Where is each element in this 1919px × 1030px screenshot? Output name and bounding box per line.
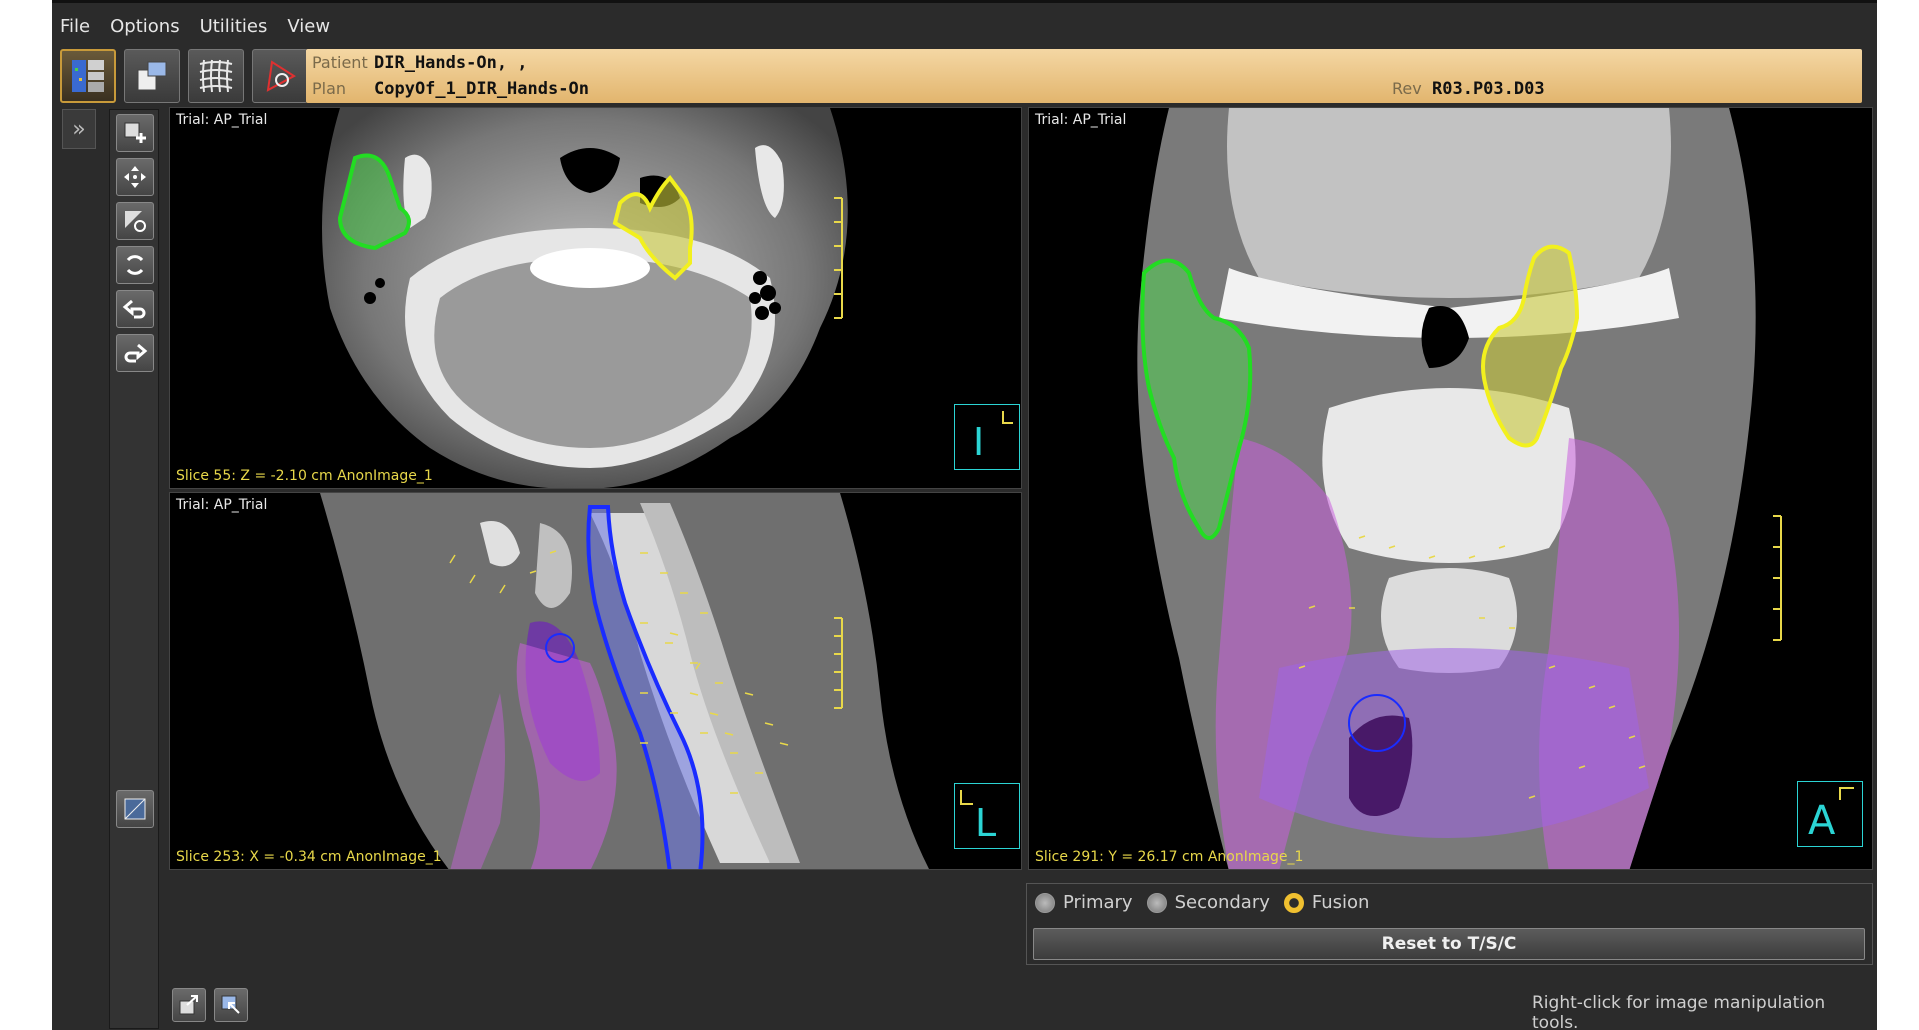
- redo-button[interactable]: [116, 334, 154, 372]
- secondary-radio[interactable]: Secondary: [1146, 892, 1270, 913]
- coronal-slice-label: Slice 291: Y = 26.17 cm AnonImage_1: [1035, 849, 1304, 865]
- axial-viewport[interactable]: Trial: AP_Trial Slice 55: Z = -2.10 cm A…: [169, 107, 1022, 489]
- patient-label: Patient: [312, 53, 368, 72]
- grid-deform-button[interactable]: [188, 49, 244, 103]
- undo-button[interactable]: [116, 290, 154, 328]
- menu-file[interactable]: File: [60, 16, 90, 37]
- import-button[interactable]: [214, 988, 248, 1022]
- menu-utilities[interactable]: Utilities: [200, 16, 268, 37]
- contour-button[interactable]: [252, 49, 308, 103]
- coronal-orientation-indicator[interactable]: A: [1797, 781, 1863, 847]
- rev-label: Rev: [1392, 79, 1422, 98]
- tools-button[interactable]: [124, 49, 180, 103]
- export-button[interactable]: [172, 988, 206, 1022]
- patient-name: DIR_Hands-On, ,: [374, 53, 528, 73]
- menu-options[interactable]: Options: [110, 16, 179, 37]
- side-tool-strip: [109, 109, 159, 1029]
- image-mode-radio-group: Primary Secondary Fusion: [1035, 892, 1383, 913]
- rev-value: R03.P03.D03: [1432, 79, 1545, 99]
- app-window: File Options Utilities View Patient DIR_…: [52, 0, 1877, 1030]
- pan-icon: [124, 166, 146, 188]
- secondary-radio-dot[interactable]: [1146, 892, 1167, 913]
- menu-bar: File Options Utilities View: [52, 6, 1877, 46]
- grid-deform-icon: [199, 59, 233, 93]
- sagittal-trial-label: Trial: AP_Trial: [176, 497, 268, 513]
- axial-ct-image: [322, 108, 848, 488]
- layout-button[interactable]: [60, 49, 116, 103]
- menu-view[interactable]: View: [287, 16, 330, 37]
- layout-icon: [72, 60, 104, 92]
- contour-icon: [266, 60, 296, 92]
- redo-icon: [124, 343, 148, 363]
- main-toolbar: [60, 49, 308, 103]
- primary-radio-label: Primary: [1063, 892, 1133, 913]
- export-icon: [179, 995, 198, 1015]
- bottom-tool-buttons: [172, 988, 248, 1022]
- coronal-trial-label: Trial: AP_Trial: [1035, 112, 1127, 128]
- status-hint-text: Right-click for image manipulation tools…: [1532, 993, 1826, 1030]
- coronal-viewport[interactable]: Trial: AP_Trial Slice 291: Y = 26.17 cm …: [1028, 107, 1873, 870]
- sagittal-ct-image: [320, 493, 930, 869]
- primary-radio[interactable]: Primary: [1035, 892, 1133, 913]
- zoom-in-icon: [124, 122, 146, 143]
- axial-orientation-letter: I: [973, 420, 984, 464]
- orientation-cube-icon: A: [1808, 787, 1854, 844]
- rotate-button[interactable]: [116, 246, 154, 284]
- patient-info-bar: Patient DIR_Hands-On, , Plan CopyOf_1_DI…: [306, 49, 1862, 103]
- image-mode-panel: Primary Secondary Fusion Reset to T/S/C: [1026, 883, 1873, 965]
- axial-trial-label: Trial: AP_Trial: [176, 112, 268, 128]
- pan-button[interactable]: [116, 158, 154, 196]
- undo-icon: [122, 299, 146, 319]
- import-icon: [221, 995, 240, 1014]
- coronal-orientation-letter: A: [1808, 798, 1836, 844]
- secondary-radio-label: Secondary: [1174, 892, 1270, 913]
- sagittal-slice-label: Slice 253: X = -0.34 cm AnonImage_1: [176, 849, 442, 865]
- plan-name: CopyOf_1_DIR_Hands-On: [374, 79, 589, 99]
- primary-radio-dot[interactable]: [1035, 892, 1055, 913]
- rotate-icon: [126, 255, 144, 275]
- axial-slice-label: Slice 55: Z = -2.10 cm AnonImage_1: [176, 468, 433, 484]
- sagittal-viewport[interactable]: Trial: AP_Trial Slice 253: X = -0.34 cm …: [169, 492, 1022, 870]
- window-level-button[interactable]: [116, 202, 154, 240]
- tools-icon: [137, 61, 167, 91]
- image-settings-button[interactable]: [116, 790, 154, 828]
- orientation-cube-icon: L: [960, 790, 996, 845]
- plan-label: Plan: [312, 79, 347, 98]
- axial-orientation-indicator[interactable]: I: [954, 404, 1020, 470]
- zoom-in-button[interactable]: [116, 114, 154, 152]
- sidebar-expand-button[interactable]: »: [62, 109, 96, 149]
- fusion-radio-dot[interactable]: [1283, 892, 1304, 913]
- fusion-radio[interactable]: Fusion: [1283, 892, 1370, 913]
- fusion-radio-label: Fusion: [1311, 892, 1370, 913]
- coronal-ct-image: [1137, 108, 1782, 869]
- image-icon: [124, 798, 146, 820]
- window-level-icon: [125, 211, 146, 232]
- reset-to-tsc-button[interactable]: Reset to T/S/C: [1033, 928, 1865, 960]
- orientation-cube-icon: I: [973, 411, 1013, 464]
- sagittal-orientation-indicator[interactable]: L: [954, 783, 1020, 849]
- sagittal-orientation-letter: L: [975, 801, 996, 845]
